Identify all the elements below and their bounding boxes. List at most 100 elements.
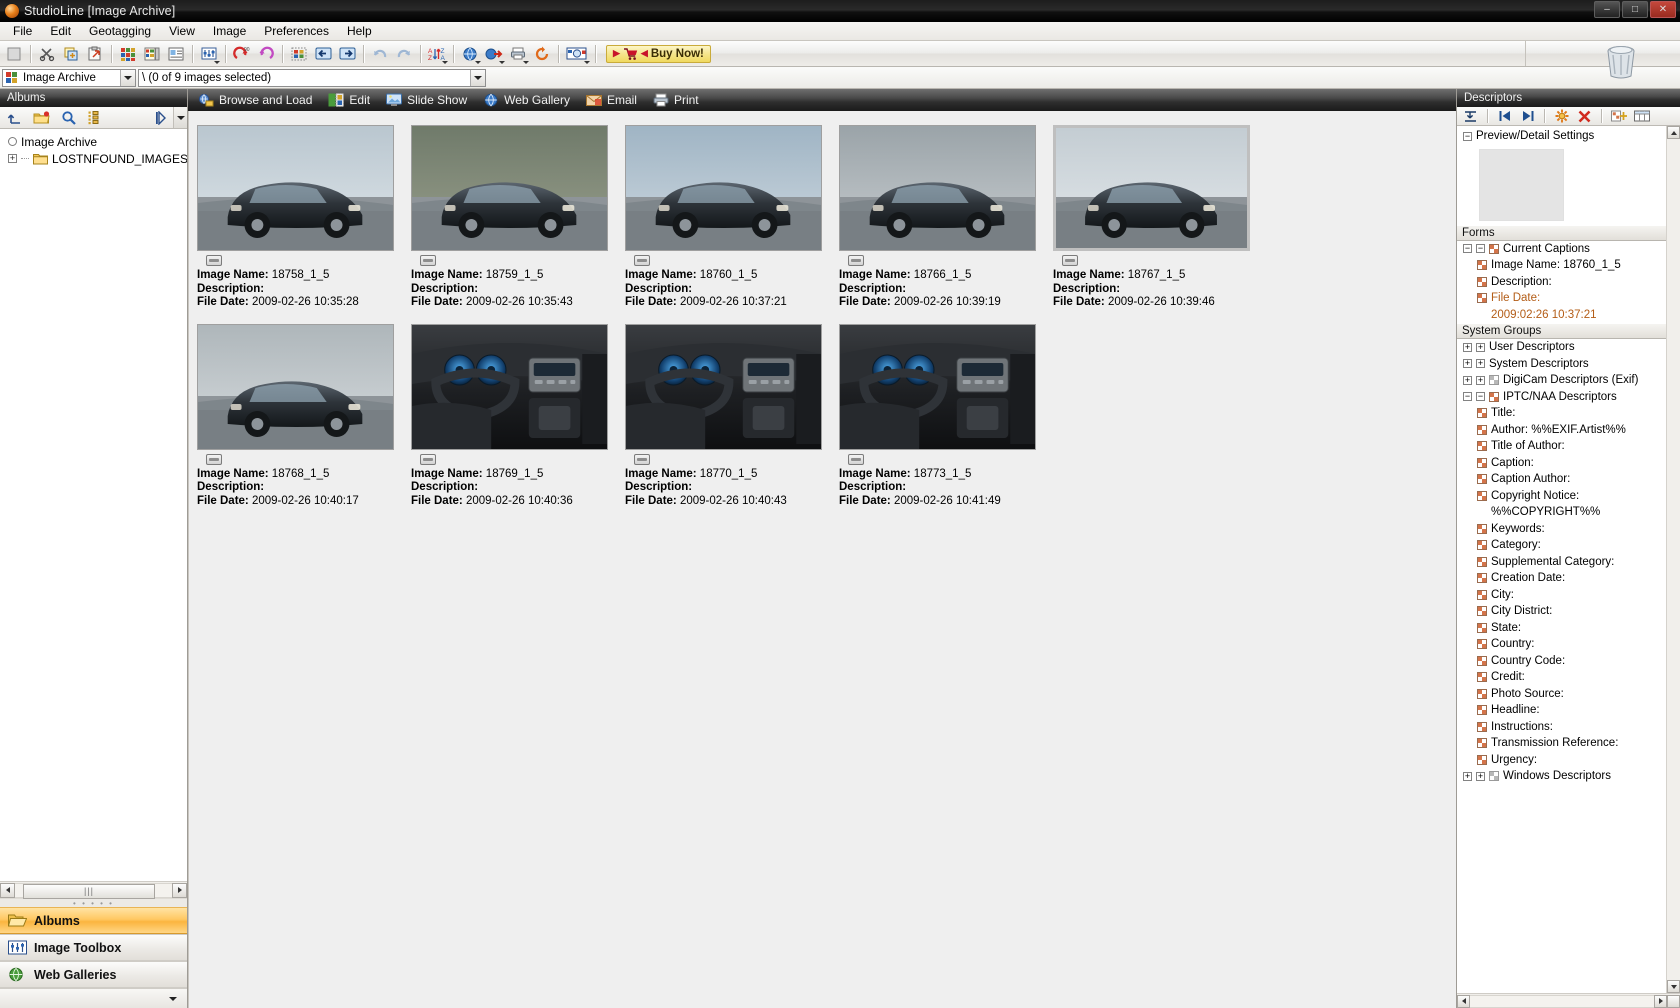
thumbnail-grid-icon[interactable]: [117, 43, 139, 65]
album-list-icon[interactable]: [84, 107, 106, 129]
system-descriptor-row[interactable]: Transmission Reference:: [1457, 735, 1666, 752]
camera-icon[interactable]: [206, 453, 222, 465]
scroll-left-arrow-icon[interactable]: [0, 882, 15, 898]
globe-upload-icon[interactable]: [483, 43, 505, 65]
recycle-bin-icon[interactable]: [1600, 42, 1642, 80]
refresh-icon[interactable]: [531, 43, 553, 65]
paste-icon[interactable]: [84, 43, 106, 65]
scissors-icon[interactable]: [36, 43, 58, 65]
rotate-cw-90-icon[interactable]: 90: [231, 43, 253, 65]
system-descriptor-row[interactable]: Headline:: [1457, 702, 1666, 719]
thumbnail-image[interactable]: [839, 125, 1036, 251]
camera-icon[interactable]: [420, 255, 436, 266]
ribbon-web-gallery[interactable]: Web Gallery: [479, 90, 582, 110]
tree-expander-icon[interactable]: +: [1463, 359, 1472, 369]
system-descriptor-row[interactable]: Caption Author:: [1457, 471, 1666, 488]
thumbnail-image[interactable]: [625, 125, 822, 251]
descriptors-horizontal-scrollbar[interactable]: [1457, 993, 1680, 1008]
menu-view[interactable]: View: [160, 22, 204, 40]
archive-selector-combo[interactable]: Image Archive: [2, 68, 136, 87]
menu-help[interactable]: Help: [338, 22, 381, 40]
system-descriptor-row[interactable]: Copyright Notice:: [1457, 488, 1666, 505]
thumbnail-image[interactable]: [411, 125, 608, 251]
albums-toolbar-overflow[interactable]: [173, 107, 187, 128]
chevron-down-icon[interactable]: [214, 60, 220, 64]
tree-item-lostnfound[interactable]: + LOSTNFOUND_IMAGES_FOLDER: [4, 150, 187, 167]
camera-icon[interactable]: [848, 255, 864, 266]
thumbnail-image[interactable]: [625, 323, 822, 450]
new-folder-icon[interactable]: [30, 107, 52, 129]
arrow-left-icon[interactable]: [312, 43, 334, 65]
path-combo-dropdown[interactable]: [470, 69, 485, 86]
menu-geotagging[interactable]: Geotagging: [80, 22, 160, 40]
system-descriptor-row[interactable]: Category:: [1457, 537, 1666, 554]
printer-icon[interactable]: [507, 43, 529, 65]
chevron-down-icon[interactable]: [523, 60, 529, 64]
tree-expander-icon[interactable]: −: [1476, 392, 1485, 402]
chevron-down-icon[interactable]: [499, 60, 505, 64]
list-columns-icon[interactable]: [1632, 108, 1651, 125]
rotate-ccw-icon[interactable]: [255, 43, 277, 65]
thumbnail-image[interactable]: [1053, 125, 1250, 251]
forms-section-header[interactable]: Forms: [1457, 224, 1666, 241]
thumbnail-image[interactable]: [197, 125, 394, 251]
scrollbar-track[interactable]: |||: [15, 882, 172, 899]
minimize-button[interactable]: –: [1594, 1, 1620, 18]
camera-icon[interactable]: [634, 453, 650, 465]
thumbnail-image[interactable]: [839, 323, 1036, 450]
form-descriptor-row[interactable]: Description:: [1457, 274, 1666, 291]
collapse-minus-icon[interactable]: −: [1463, 131, 1472, 141]
panel-resize-grip[interactable]: • • • • •: [0, 898, 187, 908]
camera-icon[interactable]: [420, 453, 436, 465]
caption-view-icon[interactable]: [165, 43, 187, 65]
system-descriptor-row[interactable]: Credit:: [1457, 669, 1666, 686]
system-descriptor-row[interactable]: − − IPTC/NAA Descriptors: [1457, 389, 1666, 406]
tree-item-image-archive[interactable]: Image Archive: [4, 133, 187, 150]
gallery-item[interactable]: Image Name: 18769_1_5 Description: File D…: [411, 323, 625, 509]
tree-expander-icon[interactable]: +: [1476, 342, 1485, 352]
tree-expander-icon[interactable]: −: [1463, 392, 1472, 402]
redo-icon[interactable]: [393, 43, 415, 65]
system-descriptor-row[interactable]: Caption:: [1457, 455, 1666, 472]
system-descriptor-row[interactable]: Country:: [1457, 636, 1666, 653]
tree-expander-icon[interactable]: +: [1463, 771, 1472, 781]
chevron-down-icon[interactable]: [475, 60, 481, 64]
radio-unselected-icon[interactable]: [8, 137, 17, 146]
system-descriptor-row[interactable]: + + System Descriptors: [1457, 356, 1666, 373]
form-descriptor-row[interactable]: − − Current Captions: [1457, 241, 1666, 258]
ribbon-edit[interactable]: Edit: [324, 90, 382, 110]
gallery-item[interactable]: Image Name: 18759_1_5 Description: File D…: [411, 125, 625, 310]
gallery-item[interactable]: Image Name: 18770_1_5 Description: File D…: [625, 323, 839, 509]
step-forward-icon[interactable]: [1518, 108, 1537, 125]
archive-combo-dropdown[interactable]: [120, 69, 135, 86]
undo-icon[interactable]: [369, 43, 391, 65]
system-descriptor-row[interactable]: City:: [1457, 587, 1666, 604]
detail-list-icon[interactable]: [141, 43, 163, 65]
close-button[interactable]: ✕: [1650, 1, 1676, 18]
gallery-item[interactable]: Image Name: 18758_1_5 Description: File D…: [197, 125, 411, 310]
camera-icon[interactable]: [206, 255, 222, 266]
gallery-item[interactable]: Image Name: 18773_1_5 Description: File D…: [839, 323, 1053, 509]
system-descriptor-row[interactable]: Author: %%EXIF.Artist%%: [1457, 422, 1666, 439]
ribbon-slide-show[interactable]: Slide Show: [382, 90, 479, 110]
zoom-window-icon[interactable]: [564, 43, 590, 65]
system-descriptor-row[interactable]: Supplemental Category:: [1457, 554, 1666, 571]
search-icon[interactable]: [57, 107, 79, 129]
system-descriptor-row[interactable]: Photo Source:: [1457, 686, 1666, 703]
expand-plus-icon[interactable]: +: [8, 154, 17, 163]
system-descriptor-row[interactable]: Country Code:: [1457, 653, 1666, 670]
step-back-icon[interactable]: [1495, 108, 1514, 125]
close-x-icon[interactable]: [1575, 108, 1594, 125]
system-descriptor-row[interactable]: Urgency:: [1457, 752, 1666, 769]
menu-image[interactable]: Image: [204, 22, 255, 40]
gallery-item[interactable]: Image Name: 18760_1_5 Description: File D…: [625, 125, 839, 310]
scroll-up-arrow-icon[interactable]: [1667, 126, 1680, 139]
gallery-item[interactable]: Image Name: 18766_1_5 Description: File D…: [839, 125, 1053, 310]
apply-arrow-icon[interactable]: [1461, 108, 1480, 125]
system-descriptor-row[interactable]: %%COPYRIGHT%%: [1457, 504, 1666, 521]
camera-icon[interactable]: [1062, 255, 1078, 266]
system-descriptor-row[interactable]: Title:: [1457, 405, 1666, 422]
maximize-button[interactable]: □: [1622, 1, 1648, 18]
sidebar-item-web-galleries[interactable]: Web Galleries: [0, 961, 187, 988]
copy-icon[interactable]: [60, 43, 82, 65]
